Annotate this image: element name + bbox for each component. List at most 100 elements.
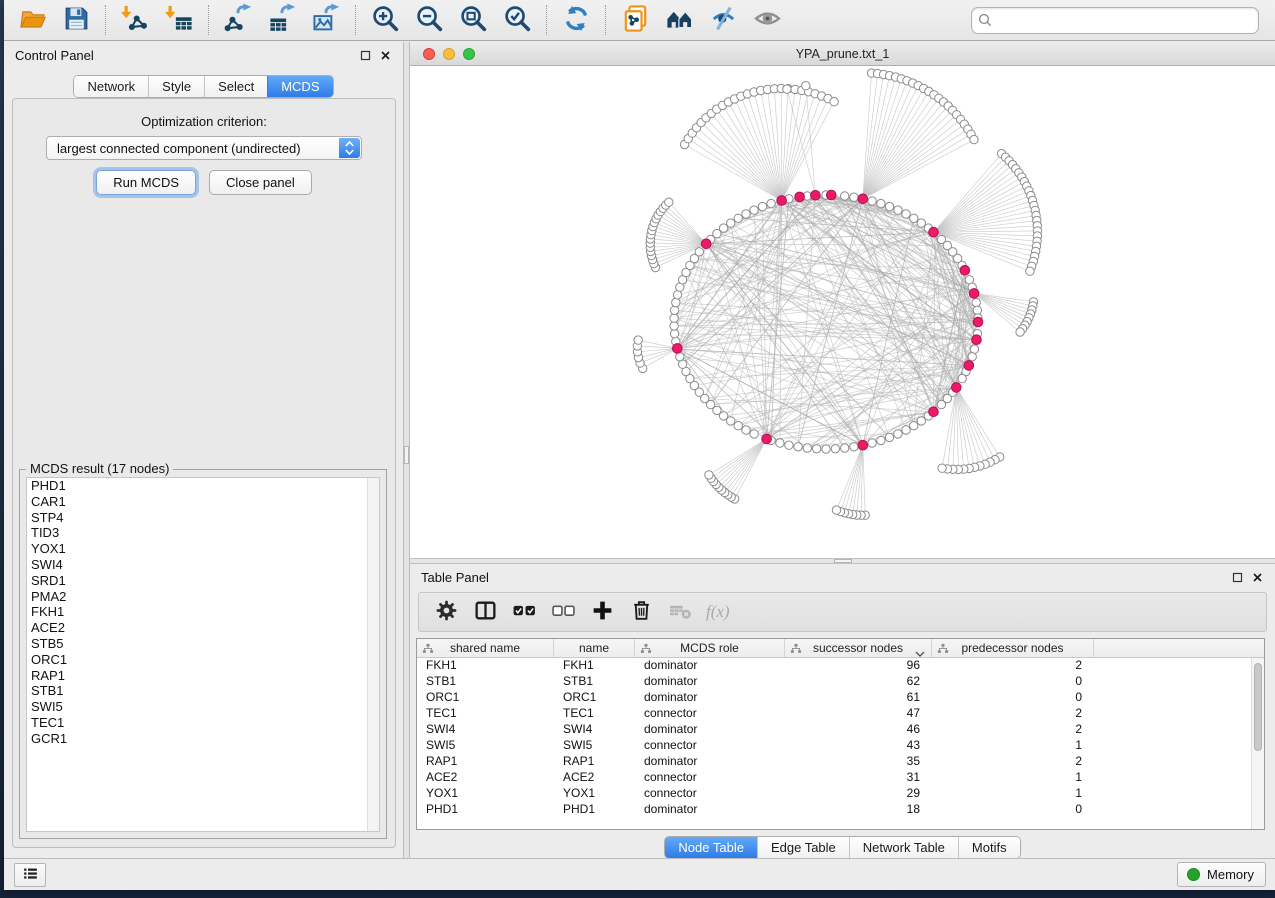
tab-style[interactable]: Style <box>148 76 204 97</box>
cell-name: RAP1 <box>554 754 635 770</box>
float-table-panel-icon[interactable] <box>1232 572 1243 583</box>
network-canvas[interactable] <box>410 66 1275 558</box>
save-session-button[interactable] <box>58 3 94 37</box>
search-input[interactable] <box>971 7 1259 34</box>
table-scrollbar-thumb[interactable] <box>1254 663 1262 751</box>
horizontal-splitter-grip[interactable] <box>834 559 852 563</box>
table-row[interactable]: SWI4SWI4dominator462 <box>417 722 1264 738</box>
close-panel-button[interactable]: Close panel <box>209 170 312 195</box>
cell-shared_name: ACE2 <box>417 770 554 786</box>
table-row[interactable]: TEC1TEC1connector472 <box>417 706 1264 722</box>
open-file-button[interactable] <box>14 3 50 37</box>
toolbar-separator <box>355 5 356 35</box>
mcds-result-item[interactable]: TEC1 <box>27 715 379 731</box>
export-table-button[interactable] <box>264 3 300 37</box>
tab-mcds[interactable]: MCDS <box>267 76 332 97</box>
network-node <box>785 441 793 449</box>
network-node <box>868 197 876 205</box>
mcds-result-list[interactable]: PHD1CAR1STP4TID3YOX1SWI4SRD1PMA2FKH1ACE2… <box>26 477 380 832</box>
mcds-result-item[interactable]: RAP1 <box>27 668 379 684</box>
table-tab-network-table[interactable]: Network Table <box>849 837 958 858</box>
mcds-result-item[interactable]: PHD1 <box>27 478 379 494</box>
refresh-button[interactable] <box>558 3 594 37</box>
control-panel-tabs: NetworkStyleSelectMCDS <box>4 75 403 98</box>
table-tab-edge-table[interactable]: Edge Table <box>757 837 849 858</box>
zoom-selected-icon <box>503 4 532 36</box>
function-builder-button: f(x) <box>704 602 730 622</box>
select-all-rows-button[interactable] <box>509 597 539 627</box>
mcds-result-item[interactable]: FKH1 <box>27 604 379 620</box>
save-session-icon <box>62 4 91 36</box>
table-tab-node-table[interactable]: Node Table <box>665 837 757 858</box>
column-label: MCDS role <box>635 641 784 655</box>
import-network-button[interactable] <box>117 3 153 37</box>
column-header-name[interactable]: name <box>554 639 635 657</box>
delete-column-button[interactable] <box>626 597 656 627</box>
table-row[interactable]: ACE2ACE2connector311 <box>417 770 1264 786</box>
close-panel-icon[interactable] <box>380 50 391 61</box>
table-row[interactable]: SWI5SWI5connector431 <box>417 738 1264 754</box>
table-scrollbar[interactable] <box>1251 658 1264 829</box>
mcds-result-item[interactable]: SRD1 <box>27 573 379 589</box>
dropdown-value: largest connected component (undirected) <box>57 141 301 156</box>
tab-select[interactable]: Select <box>204 76 267 97</box>
vertical-splitter[interactable] <box>403 42 410 858</box>
table-tab-motifs[interactable]: Motifs <box>958 837 1020 858</box>
cell-name: ACE2 <box>554 770 635 786</box>
close-table-panel-icon[interactable] <box>1252 572 1263 583</box>
mcds-list-scrollbar[interactable] <box>367 478 379 831</box>
tab-network[interactable]: Network <box>74 76 148 97</box>
mcds-result-item[interactable]: TID3 <box>27 525 379 541</box>
float-panel-icon[interactable] <box>360 50 371 61</box>
mcds-result-item[interactable]: ACE2 <box>27 620 379 636</box>
deselect-all-rows-button[interactable] <box>548 597 578 627</box>
network-node <box>910 214 918 222</box>
column-header-shared-name[interactable]: shared name <box>417 639 554 657</box>
optimization-criterion-dropdown[interactable]: largest connected component (undirected) <box>46 136 362 160</box>
mcds-result-item[interactable]: GCR1 <box>27 731 379 747</box>
export-network-icon <box>224 4 253 36</box>
leaf-node <box>1016 328 1024 336</box>
zoom-in-button[interactable] <box>367 3 403 37</box>
mcds-result-item[interactable]: STB1 <box>27 683 379 699</box>
zoom-out-button[interactable] <box>411 3 447 37</box>
mcds-result-item[interactable]: SWI5 <box>27 699 379 715</box>
export-image-button[interactable] <box>308 3 344 37</box>
table-options-gear-button[interactable] <box>431 597 461 627</box>
table-row[interactable]: YOX1YOX1connector291 <box>417 786 1264 802</box>
mcds-result-item[interactable]: STP4 <box>27 510 379 526</box>
column-header-predecessor-nodes[interactable]: predecessor nodes <box>932 639 1094 657</box>
mcds-result-item[interactable]: SWI4 <box>27 557 379 573</box>
mcds-result-item[interactable]: CAR1 <box>27 494 379 510</box>
show-all-button[interactable] <box>749 3 785 37</box>
vertical-splitter-grip[interactable] <box>404 446 409 464</box>
column-header-successor-nodes[interactable]: successor nodes <box>785 639 932 657</box>
mcds-result-item[interactable]: ORC1 <box>27 652 379 668</box>
hide-selected-button[interactable] <box>705 3 741 37</box>
column-header-MCDS-role[interactable]: MCDS role <box>635 639 785 657</box>
column-visibility-button[interactable] <box>470 597 500 627</box>
zoom-fit-button[interactable] <box>455 3 491 37</box>
table-row[interactable]: PHD1PHD1dominator180 <box>417 802 1264 818</box>
column-type-icon <box>937 643 949 658</box>
zoom-selected-button[interactable] <box>499 3 535 37</box>
cell-predecessors: 1 <box>932 770 1094 786</box>
table-row[interactable]: FKH1FKH1dominator962 <box>417 658 1264 674</box>
mcds-result-item[interactable]: PMA2 <box>27 589 379 605</box>
mcds-result-item[interactable]: YOX1 <box>27 541 379 557</box>
memory-button[interactable]: Memory <box>1177 862 1266 887</box>
network-node <box>831 445 839 453</box>
network-node <box>794 443 802 451</box>
mcds-result-item[interactable]: STB5 <box>27 636 379 652</box>
run-mcds-button[interactable]: Run MCDS <box>96 170 196 195</box>
new-network-from-selection-button[interactable] <box>617 3 653 37</box>
table-row[interactable]: STB1STB1dominator620 <box>417 674 1264 690</box>
network-node <box>670 330 678 338</box>
import-table-button[interactable] <box>161 3 197 37</box>
export-network-button[interactable] <box>220 3 256 37</box>
add-column-button[interactable] <box>587 597 617 627</box>
task-history-button[interactable] <box>14 863 46 887</box>
table-row[interactable]: RAP1RAP1dominator352 <box>417 754 1264 770</box>
table-row[interactable]: ORC1ORC1dominator610 <box>417 690 1264 706</box>
first-neighbors-button[interactable] <box>661 3 697 37</box>
